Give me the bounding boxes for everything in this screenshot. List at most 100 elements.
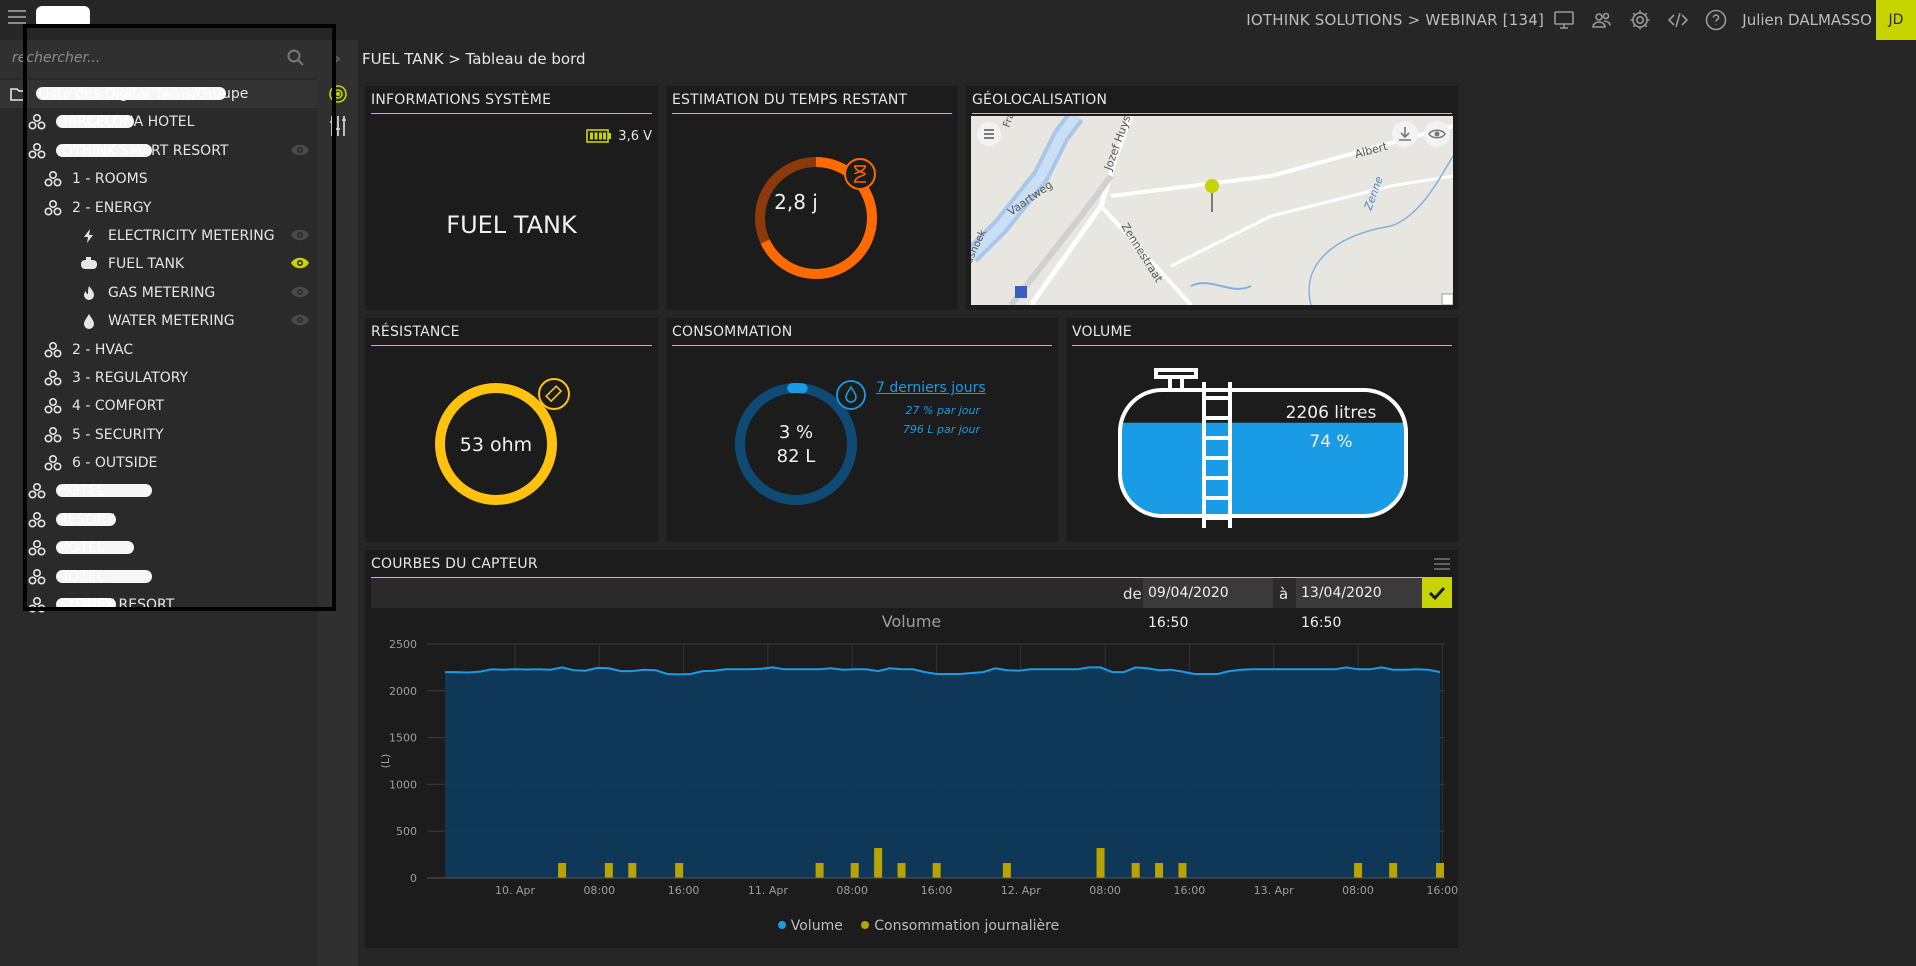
menu-icon	[984, 129, 994, 139]
brand-logo-redacted	[36, 6, 90, 28]
eye-icon[interactable]	[1423, 120, 1451, 148]
tree-item[interactable]: ELECTRICITY METERING	[0, 222, 318, 250]
search-bar[interactable]: rechercher...	[0, 40, 318, 78]
tree-item[interactable]: BARCELONA HOTEL	[0, 108, 318, 136]
legend-item-consumption[interactable]: Consommation journalière	[847, 918, 1059, 934]
drop-icon	[84, 314, 94, 330]
y-tick-label: 1500	[389, 732, 417, 745]
from-date-input[interactable]: 09/04/2020 16:50	[1143, 578, 1273, 631]
help-icon[interactable]	[1704, 8, 1728, 32]
folder-open-icon	[10, 88, 27, 101]
tree-item[interactable]: WATER METERING	[0, 307, 318, 335]
panel-resistance: RÉSISTANCE 53 ohm	[365, 318, 658, 542]
consumption-bar	[897, 863, 906, 878]
map-tiles[interactable]: Vaartweg Zennestraat Jozef Huys Albert Z…	[971, 116, 1453, 305]
eye-icon[interactable]	[290, 228, 310, 242]
tree-item[interactable]: SYDNEY RESORT	[0, 591, 318, 619]
search-input[interactable]: rechercher...	[12, 50, 100, 66]
consumption-bar	[874, 848, 883, 878]
x-tick-label: 16:00	[921, 884, 953, 897]
hamburger-icon[interactable]	[1434, 558, 1450, 570]
device-name: FUEL TANK	[446, 211, 577, 239]
from-label: de	[1123, 585, 1142, 603]
tree-item[interactable]: FUEL TANK	[0, 250, 318, 278]
consumption-bar	[850, 863, 859, 878]
eye-icon[interactable]	[290, 143, 310, 157]
tree-item[interactable]: HOTEL	[0, 534, 318, 562]
legend-label: Volume	[790, 918, 843, 934]
group-icon	[28, 540, 46, 556]
legend-item-volume[interactable]: Volume	[764, 918, 843, 934]
tree-item-label: FUEL TANK	[108, 256, 185, 273]
tree-item[interactable]: GAS METERING	[0, 279, 318, 307]
redaction-mark	[56, 512, 116, 526]
search-icon[interactable]	[286, 48, 306, 68]
flame-icon	[84, 285, 94, 300]
map-street-label: Fra	[1001, 116, 1017, 129]
battery-icon	[586, 129, 612, 143]
redaction-mark	[56, 115, 134, 129]
tree-item[interactable]: 2 - HVAC	[0, 336, 318, 364]
x-tick-label: 11. Apr	[748, 884, 788, 897]
tree-item[interactable]: IOTHINK SMART RESORT	[0, 137, 318, 165]
tree-item[interactable]: RESORT	[0, 506, 318, 534]
map-menu-button[interactable]	[977, 122, 1001, 146]
apply-button[interactable]	[1422, 578, 1452, 608]
tree-item[interactable]: HOTEL	[0, 477, 318, 505]
user-name[interactable]: Julien DALMASSO	[1742, 11, 1872, 29]
avatar[interactable]: JD	[1876, 0, 1916, 40]
panel-title: COURBES DU CAPTEUR	[371, 556, 1452, 578]
resistance-value: 53 ohm	[459, 434, 533, 456]
panel-geolocation: GÉOLOCALISATION Vaartweg Zennestraat Joz…	[966, 86, 1458, 310]
download-icon[interactable]	[1391, 120, 1419, 148]
consumption-bar	[1002, 863, 1011, 878]
tree-item-label: ELECTRICITY METERING	[108, 227, 275, 244]
per-day-percent: 27 % par jour	[905, 404, 980, 417]
consumption-bar	[558, 863, 567, 878]
panel-title: CONSOMMATION	[672, 324, 1052, 346]
to-date-input[interactable]: 13/04/2020 16:50	[1296, 578, 1427, 631]
x-tick-label: 16:00	[1174, 884, 1206, 897]
eye-icon[interactable]	[290, 285, 310, 299]
tree-item[interactable]: Liste des Digital Twins/Groupe	[0, 80, 318, 109]
tree-item-label: GAS METERING	[108, 284, 216, 301]
x-tick-label: 16:00	[1426, 884, 1458, 897]
menu-icon[interactable]	[8, 10, 26, 26]
tree-item[interactable]: HOTEL	[0, 563, 318, 591]
group-icon	[28, 597, 46, 613]
code-icon[interactable]	[1666, 8, 1690, 32]
period-link[interactable]: 7 derniers jours	[876, 380, 986, 396]
tree-item[interactable]: 5 - SECURITY	[0, 421, 318, 449]
monitor-icon[interactable]	[1552, 8, 1576, 32]
panel-title: RÉSISTANCE	[371, 324, 652, 346]
group-icon	[28, 511, 46, 528]
consumption-bar	[1131, 863, 1140, 878]
eye-icon[interactable]	[290, 313, 310, 327]
tree-item[interactable]: 4 - COMFORT	[0, 392, 318, 420]
organization-breadcrumb[interactable]: IOTHINK SOLUTIONS > WEBINAR [134]	[1246, 11, 1544, 29]
target-icon[interactable]	[328, 84, 348, 104]
group-icon	[44, 398, 62, 414]
redaction-mark	[56, 598, 116, 612]
eye-icon[interactable]	[290, 256, 310, 270]
tree-item-label: 3 - REGULATORY	[72, 369, 189, 386]
consumption-liters: 82 L	[776, 446, 816, 467]
group-icon	[44, 369, 62, 386]
tree-item[interactable]: 6 - OUTSIDE	[0, 449, 318, 477]
tree-item[interactable]: 3 - REGULATORY	[0, 364, 318, 392]
group-icon	[44, 199, 62, 216]
tree-item-label: 4 - COMFORT	[72, 398, 165, 415]
redaction-mark	[56, 143, 152, 157]
volume-percent: 74 %	[1309, 432, 1353, 452]
gear-icon[interactable]	[1628, 8, 1652, 32]
panel-remaining-time: ESTIMATION DU TEMPS RESTANT 2,8 j	[666, 86, 958, 310]
filter-sliders-icon[interactable]	[328, 114, 348, 138]
tree-item[interactable]: 2 - ENERGY	[0, 194, 318, 222]
redaction-mark	[56, 569, 152, 583]
tree-item-label: 5 - SECURITY	[72, 426, 164, 443]
tree-item[interactable]: 1 - ROOMS	[0, 165, 318, 193]
chevron-right-icon[interactable]	[330, 52, 342, 66]
map[interactable]: Vaartweg Zennestraat Jozef Huys Albert Z…	[971, 116, 1453, 305]
panel-system-info: INFORMATIONS SYSTÈME 3,6 V FUEL TANK	[365, 86, 658, 310]
users-icon[interactable]	[1590, 8, 1614, 32]
